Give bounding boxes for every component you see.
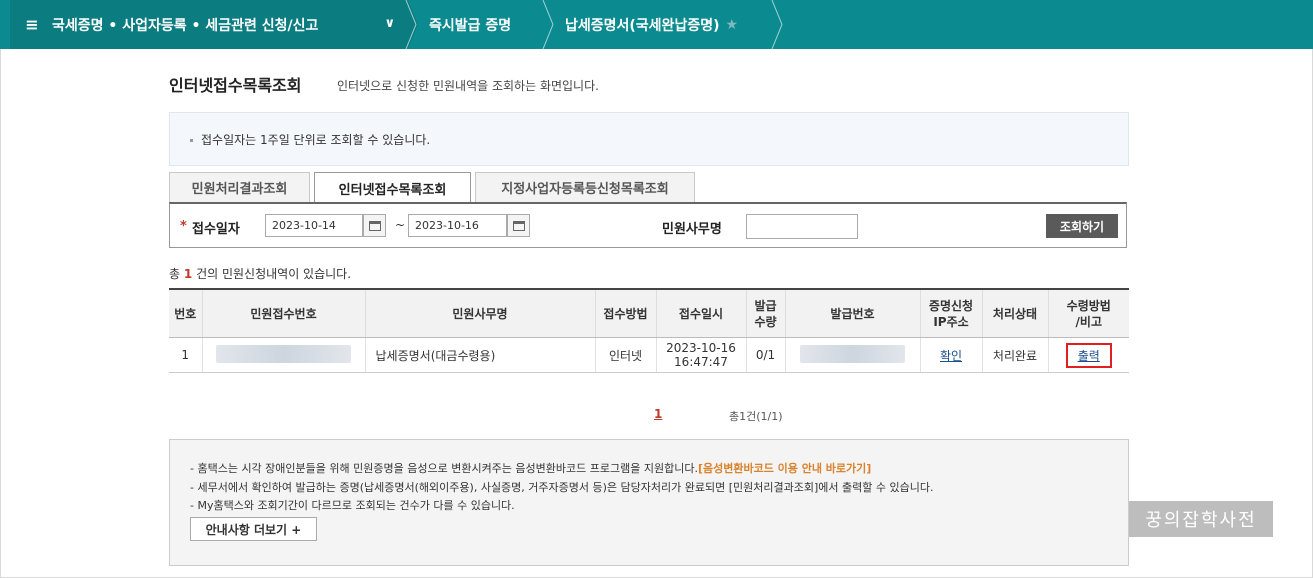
tab-designated-business-list[interactable]: 지정사업자등록등신청목록조회 [475, 172, 695, 202]
cell-qty: 0/1 [745, 337, 785, 373]
breadcrumb-label-3[interactable]: 납세증명서(국세완납증명) [565, 15, 719, 35]
required-mark: * [180, 219, 187, 234]
cell-date-day: 2023-10-16 [666, 341, 736, 355]
more-info-button[interactable]: 안내사항 더보기 + [190, 517, 317, 541]
calendar-from-button[interactable] [363, 214, 386, 237]
info-box: - 홈택스는 시각 장애인분들을 위해 민원증명을 음성으로 변환시켜주는 음성… [169, 439, 1129, 566]
cell-method: 인터넷 [594, 337, 656, 373]
page-number-current[interactable]: 1 [654, 407, 662, 421]
info-line-1: - 홈택스는 시각 장애인분들을 위해 민원증명을 음성으로 변환시켜주는 음성… [190, 460, 871, 476]
breadcrumb-item-1[interactable]: 국세증명 • 사업자등록 • 세금관련 신청/신고 [52, 15, 318, 35]
cell-no: 1 [169, 337, 202, 373]
breadcrumb-item-2[interactable]: 즉시발급 증명 [405, 0, 543, 49]
menu-icon[interactable]: ≡ [24, 15, 40, 34]
count-prefix: 총 [169, 267, 181, 281]
notice-box: 접수일자는 1주일 단위로 조회할 수 있습니다. [169, 112, 1129, 166]
search-form: * 접수일자 ~ 민원사무명 조회하기 [169, 202, 1127, 248]
cell-date-time: 16:47:47 [674, 355, 728, 369]
cell-receipt-no [201, 337, 365, 373]
ip-confirm-link[interactable]: 확인 [940, 349, 962, 363]
voice-barcode-link[interactable]: [음성변환바코드 이용 안내 바로가기] [698, 462, 871, 475]
table-row: 1 납세증명서(대금수령용) 인터넷 2023-10-16 16:47:47 0… [169, 337, 1129, 373]
header-receipt-method: 수령방법 /비고 [1047, 288, 1129, 338]
cell-date: 2023-10-16 16:47:47 [655, 337, 746, 373]
cell-status: 처리완료 [981, 337, 1048, 373]
header-no: 번호 [169, 288, 202, 338]
search-button[interactable]: 조회하기 [1046, 214, 1118, 238]
header-qty: 발급 수량 [745, 288, 785, 338]
date-label: 접수일자 [192, 222, 240, 237]
date-to-input[interactable] [408, 214, 507, 237]
star-icon[interactable]: ★ [725, 17, 738, 33]
chevron-down-icon[interactable]: ∨ [384, 16, 395, 31]
breadcrumb-separator [771, 0, 783, 49]
cell-service-name: 납세증명서(대금수령용) [364, 337, 595, 373]
info-line-3: - My홈택스와 조회기간이 다르므로 조회되는 건수가 다를 수 있습니다. [190, 499, 515, 512]
results-table: 번호 민원접수번호 민원사무명 접수방법 접수일시 발급 수량 발급번호 증명신… [169, 288, 1129, 373]
cell-issue-no [784, 337, 920, 373]
redacted-receipt-no [216, 344, 351, 363]
calendar-icon [368, 220, 381, 231]
result-count: 총 1 건의 민원신청내역이 있습니다. [169, 265, 351, 282]
date-range-separator: ~ [395, 218, 406, 232]
tab-result-inquiry[interactable]: 민원처리결과조회 [169, 172, 310, 202]
header-issue-no: 발급번호 [784, 288, 920, 338]
calendar-icon [512, 220, 525, 231]
header-service-name: 민원사무명 [364, 288, 595, 338]
calendar-to-button[interactable] [507, 214, 530, 237]
breadcrumb-label-2[interactable]: 즉시발급 증명 [429, 15, 511, 35]
header-status: 처리상태 [981, 288, 1048, 338]
count-number: 1 [183, 267, 193, 281]
watermark: 꿍의잡학사전 [1129, 501, 1273, 537]
tab-internet-receipt-list[interactable]: 인터넷접수목록조회 [314, 172, 471, 203]
print-link[interactable]: 출력 [1078, 349, 1100, 363]
page-description: 인터넷으로 신청한 민원내역을 조회하는 화면입니다. [337, 79, 599, 93]
info-line-2: - 세무서에서 확인하여 발급하는 증명(납세증명서(해외이주용), 사실증명,… [190, 481, 934, 494]
cell-ip: 확인 [919, 337, 982, 373]
top-navigation-bar: ≡ 국세증명 • 사업자등록 • 세금관련 신청/신고 ∨ 즉시발급 증명 납세… [0, 0, 1313, 49]
cell-action: 출력 [1047, 337, 1129, 373]
breadcrumb-item-3[interactable]: 납세증명서(국세완납증명) ★ [543, 0, 773, 49]
info-line-1-text: - 홈택스는 시각 장애인분들을 위해 민원증명을 음성으로 변환시켜주는 음성… [190, 462, 698, 475]
header-receipt-no: 민원접수번호 [201, 288, 365, 338]
bullet-icon [190, 139, 193, 142]
print-highlight: 출력 [1065, 342, 1112, 368]
notice-label: 접수일자는 1주일 단위로 조회할 수 있습니다. [201, 133, 431, 147]
date-from-input[interactable] [265, 214, 363, 237]
header-date: 접수일시 [655, 288, 746, 338]
page-title: 인터넷접수목록조회 [169, 76, 302, 95]
notice-text: 접수일자는 1주일 단위로 조회할 수 있습니다. [190, 131, 430, 148]
page-total: 총1건(1/1) [729, 410, 783, 423]
civil-service-name-input[interactable] [746, 214, 858, 239]
table-header-row: 번호 민원접수번호 민원사무명 접수방법 접수일시 발급 수량 발급번호 증명신… [169, 288, 1129, 338]
count-suffix: 건의 민원신청내역이 있습니다. [196, 267, 352, 281]
header-method: 접수방법 [594, 288, 656, 338]
breadcrumb-menu[interactable]: ≡ 국세증명 • 사업자등록 • 세금관련 신청/신고 ∨ [10, 0, 405, 49]
civil-service-name-label: 민원사무명 [662, 222, 722, 237]
redacted-issue-no [800, 344, 905, 363]
header-ip: 증명신청 IP주소 [919, 288, 982, 338]
